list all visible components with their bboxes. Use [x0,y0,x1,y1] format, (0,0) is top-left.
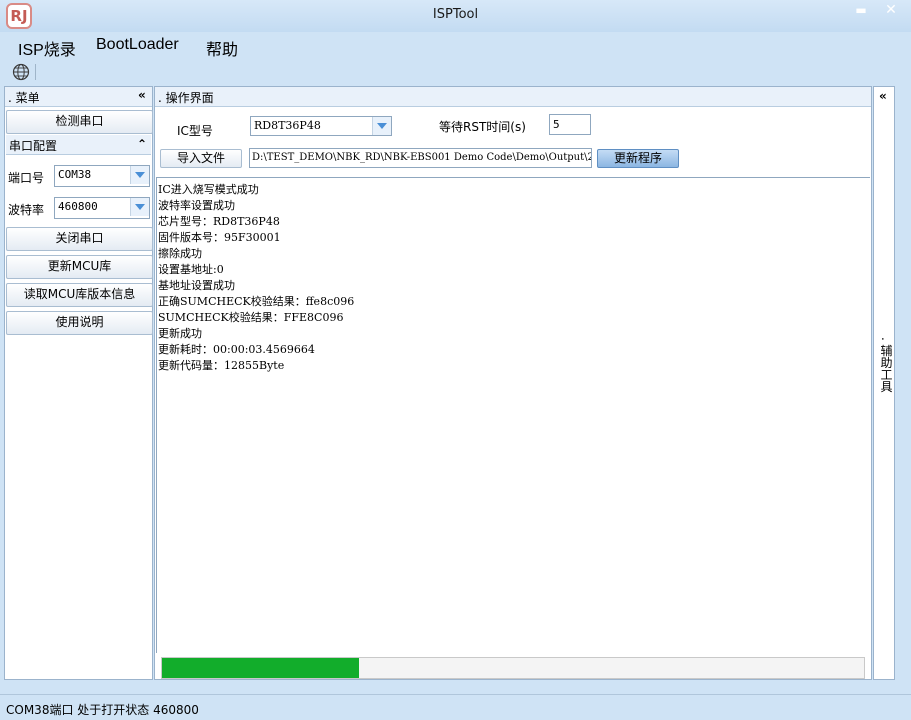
log-line: 更新代码量：12855Byte [158,359,285,372]
file-path-input[interactable]: D:\TEST_DEMO\NBK_RD\NBK-EBS001 Demo Code… [249,148,592,168]
read-mcu-lib-version-button[interactable]: 读取MCU库版本信息 [6,283,153,307]
baud-label: 波特率 [8,203,45,217]
update-mcu-lib-button[interactable]: 更新MCU库 [6,255,153,279]
dropdown-arrow-icon[interactable] [372,117,391,135]
log-line: 更新耗时：00:00:03.4569664 [158,343,315,356]
ic-model-label: IC型号 [177,124,213,138]
rst-wait-label: 等待RST时间(s) [439,120,526,134]
operation-panel-title: . 操作界面 [158,91,214,105]
menu-isp-burn[interactable]: ISP烧录 [18,36,76,60]
progress-bar [161,657,865,679]
port-select[interactable]: COM38 [54,165,150,187]
progress-fill [162,658,359,678]
menu-help[interactable]: 帮助 [206,36,238,60]
aux-tools-panel[interactable]: « . 辅助工具 [873,86,895,680]
dropdown-arrow-icon[interactable] [130,198,149,216]
log-line: 基地址设置成功 [158,279,235,292]
menu-panel-title: . 菜单 [8,91,40,105]
globe-icon[interactable] [12,63,30,81]
collapse-right-icon[interactable]: « [879,89,887,103]
menu-bootloader[interactable]: BootLoader [96,36,179,54]
log-line: 波特率设置成功 [158,199,235,212]
close-button[interactable]: ✕ [876,2,906,20]
menu-bar: ISP烧录 BootLoader 帮助 [0,32,911,60]
rst-wait-input[interactable]: 5 [549,114,591,135]
port-config-title: 串口配置 [9,139,58,153]
collapse-left-icon[interactable]: « [138,88,146,102]
window-title: ISPTool [432,7,479,22]
operation-panel-header: . 操作界面 [155,87,871,107]
chevron-up-icon[interactable]: ⌃ [137,137,147,151]
port-config-header[interactable]: 串口配置 ⌃ [6,135,151,155]
toolbar-separator [35,64,36,80]
minimize-button[interactable]: ▬ [848,2,874,20]
log-line: IC进入烧写模式成功 [158,183,259,196]
import-file-button[interactable]: 导入文件 [160,149,242,168]
aux-tools-label: . 辅助工具 [879,337,893,393]
baud-select[interactable]: 460800 [54,197,150,219]
menu-panel-header: . 菜单 « [5,87,152,107]
operation-panel: . 操作界面 IC型号 RD8T36P48 等待RST时间(s) 5 导入文件 … [154,86,872,680]
ic-model-value: RD8T36P48 [254,119,321,132]
log-line: 芯片型号：RD8T36P48 [158,215,280,228]
log-line: 擦除成功 [158,247,202,260]
status-bar: COM38端口 处于打开状态 460800 [0,694,911,720]
menu-panel: . 菜单 « 检测串口 串口配置 ⌃ 端口号 COM38 波特率 460800 … [4,86,153,680]
log-output[interactable]: IC进入烧写模式成功 波特率设置成功 芯片型号：RD8T36P48 固件版本号：… [156,177,870,653]
port-value: COM38 [58,168,92,181]
instructions-button[interactable]: 使用说明 [6,311,153,335]
log-line: 固件版本号：95F30001 [158,231,281,244]
dropdown-arrow-icon[interactable] [130,166,149,184]
status-text: COM38端口 处于打开状态 460800 [6,703,199,717]
update-program-button[interactable]: 更新程序 [597,149,679,168]
log-line: 正确SUMCHECK校验结果：ffe8c096 [158,295,355,308]
close-port-button[interactable]: 关闭串口 [6,227,153,251]
detect-port-button[interactable]: 检测串口 [6,110,153,134]
log-line: 设置基地址:0 [158,263,224,276]
port-label: 端口号 [8,171,45,185]
ic-model-select[interactable]: RD8T36P48 [250,116,392,136]
log-line: SUMCHECK校验结果：FFE8C096 [158,311,344,324]
log-line: 更新成功 [158,327,202,340]
baud-value: 460800 [58,200,98,213]
